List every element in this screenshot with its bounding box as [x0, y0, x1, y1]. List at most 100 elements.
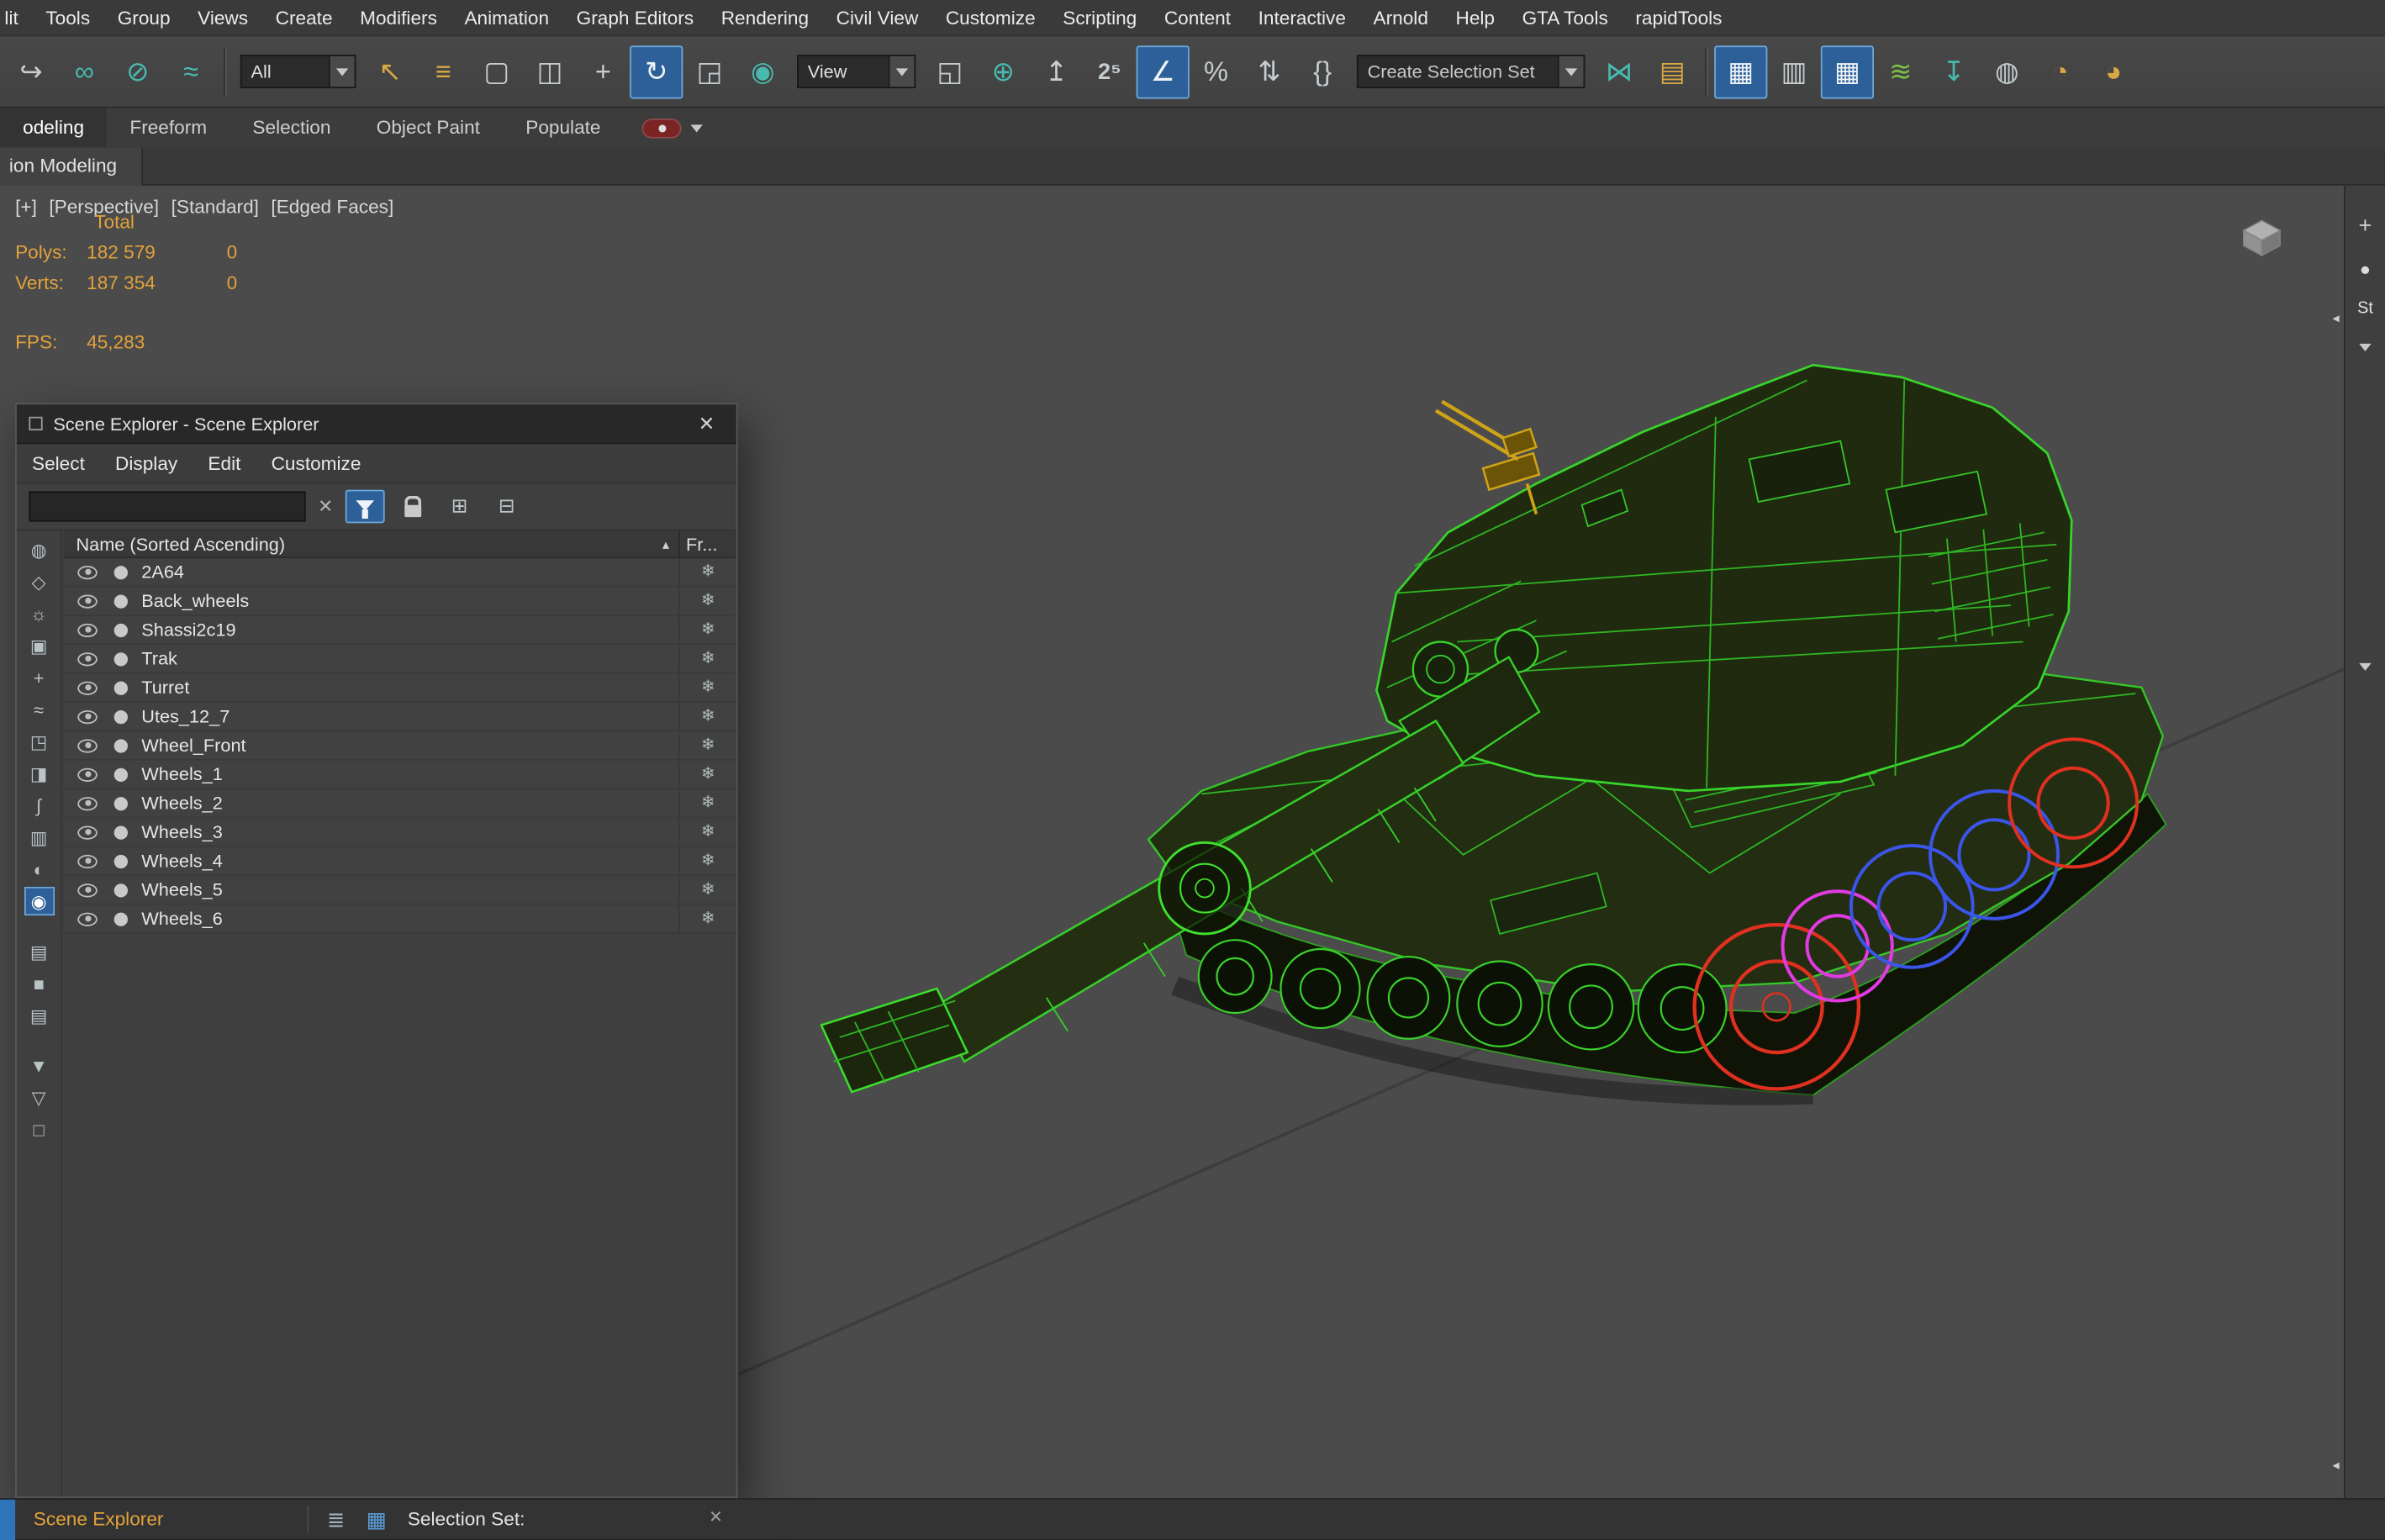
pick-parent-toggle[interactable]: ⊟ [487, 490, 526, 524]
scene-object-row[interactable]: Turret ❄ [63, 673, 736, 703]
menu-item[interactable]: GTA Tools [1508, 0, 1622, 36]
render-toggle-icon[interactable] [113, 796, 128, 810]
geometry-category-icon[interactable]: ● [2360, 259, 2371, 280]
percent-snap-icon[interactable]: % [1190, 45, 1243, 98]
freeze-icon[interactable]: ❄ [678, 760, 736, 788]
menu-item[interactable]: Rendering [707, 0, 822, 36]
freeze-icon[interactable]: ❄ [678, 818, 736, 846]
menu-item[interactable]: rapidTools [1622, 0, 1736, 36]
explorer-menu-item[interactable]: Display [100, 452, 193, 473]
scene-explorer-dock-tab[interactable]: Scene Explorer [34, 1509, 308, 1530]
render-toggle-icon[interactable] [113, 825, 128, 839]
freeze-icon[interactable]: ❄ [678, 645, 736, 672]
render-toggle-icon[interactable] [113, 853, 128, 868]
menu-item[interactable]: Graph Editors [562, 0, 707, 36]
rectangular-selection-region-icon[interactable]: ▢ [470, 45, 523, 98]
hierarchy-view-icon[interactable]: ▤ [24, 1001, 54, 1030]
name-column-header[interactable]: Name (Sorted Ascending) [64, 533, 678, 554]
menu-item[interactable]: Customize [932, 0, 1049, 36]
scene-explorer-dock-icon[interactable]: ▦ [367, 1506, 387, 1532]
panel-collapse-arrow-icon[interactable]: ◂ [2333, 310, 2340, 327]
ribbon-tab[interactable]: Selection [230, 108, 353, 147]
list-view-icon[interactable]: ▤ [24, 937, 54, 966]
display-materials-icon[interactable]: ◐ [24, 855, 54, 883]
create-tab-icon[interactable]: + [2359, 213, 2372, 239]
render-toggle-icon[interactable] [113, 911, 128, 926]
window-crossing-icon[interactable]: ◫ [523, 45, 576, 98]
display-spacewarps-icon[interactable]: ≈ [24, 695, 54, 724]
menu-item[interactable]: lit [0, 0, 32, 36]
viewcube-home-icon[interactable] [2240, 219, 2283, 265]
ribbon-tab[interactable]: Freeform [107, 108, 230, 147]
visibility-eye-icon[interactable] [77, 738, 98, 752]
visibility-eye-icon[interactable] [77, 825, 98, 839]
freeze-icon[interactable]: ❄ [678, 789, 736, 817]
select-and-manipulate-icon[interactable]: ⊕ [977, 45, 1030, 98]
scene-object-row[interactable]: Wheels_4 ❄ [63, 846, 736, 877]
display-containers-icon[interactable]: ▥ [24, 823, 54, 852]
detail-view-icon[interactable]: ■ [24, 969, 54, 998]
render-toggle-icon[interactable] [113, 680, 128, 694]
named-selection-set-dropdown[interactable]: Create Selection Set [1356, 55, 1586, 88]
display-cameras-icon[interactable]: ▣ [24, 631, 54, 660]
redo-icon[interactable]: ↪ [4, 45, 57, 98]
freeze-icon[interactable]: ❄ [678, 876, 736, 904]
mirror-icon[interactable]: ⋈ [1592, 45, 1645, 98]
rollout-arrow-icon[interactable] [2359, 656, 2372, 677]
material-editor-icon[interactable]: ◍ [1981, 45, 2034, 98]
scene-explorer-toggle-icon[interactable]: ▦ [1714, 45, 1768, 98]
visibility-eye-icon[interactable] [77, 593, 98, 608]
ribbon-tab[interactable]: Object Paint [354, 108, 503, 147]
menu-item[interactable]: Views [184, 0, 262, 36]
menu-item[interactable]: Animation [451, 0, 562, 36]
freeze-icon[interactable]: ❄ [678, 846, 736, 875]
display-bones-icon[interactable]: ∫ [24, 791, 54, 820]
unlink-selection-icon[interactable]: ⊘ [111, 45, 164, 98]
render-toggle-icon[interactable] [113, 883, 128, 897]
dropdown-arrow-icon[interactable] [888, 55, 915, 87]
layer-explorer-toggle-icon[interactable]: ▥ [1767, 45, 1820, 98]
render-toggle-icon[interactable] [113, 738, 128, 752]
render-setup-icon[interactable]: ◔ [2034, 45, 2087, 98]
select-placement-icon[interactable]: ◉ [736, 45, 789, 98]
visibility-eye-icon[interactable] [77, 911, 98, 926]
scene-object-row[interactable]: Trak ❄ [63, 645, 736, 674]
schematic-view-icon[interactable]: ↧ [1927, 45, 1980, 98]
lock-cell-editing-button[interactable] [393, 490, 432, 524]
menu-item[interactable]: Arnold [1359, 0, 1442, 36]
select-object-icon[interactable]: ↖ [363, 45, 416, 98]
menu-item[interactable]: Create [261, 0, 346, 36]
render-toggle-icon[interactable] [113, 593, 128, 608]
display-geometry-icon[interactable]: ◍ [24, 535, 54, 564]
viewport-shading-menu[interactable]: [Edged Faces] [271, 196, 393, 217]
explorer-menu-item[interactable]: Select [17, 452, 100, 473]
keyboard-shortcut-override-icon[interactable]: ↥ [1030, 45, 1083, 98]
named-selection-sets-icon[interactable]: {} [1296, 45, 1349, 98]
menu-item[interactable]: Scripting [1049, 0, 1151, 36]
visibility-eye-icon[interactable] [77, 680, 98, 694]
bind-to-spacewarp-icon[interactable]: ≈ [164, 45, 217, 98]
scene-object-row[interactable]: Utes_12_7 ❄ [63, 702, 736, 732]
select-by-name-icon[interactable]: ≡ [417, 45, 470, 98]
menu-item[interactable]: Content [1151, 0, 1245, 36]
category-dropdown-label[interactable]: St [2357, 299, 2373, 318]
scene-object-row[interactable]: Wheels_3 ❄ [63, 818, 736, 847]
display-groups-icon[interactable]: ◳ [24, 727, 54, 756]
snap-toggle-25-icon[interactable]: 2⁵ [1083, 45, 1136, 98]
freeze-icon[interactable]: ❄ [678, 558, 736, 586]
scene-explorer-titlebar[interactable]: Scene Explorer - Scene Explorer ✕ [16, 404, 736, 445]
visibility-eye-icon[interactable] [77, 565, 98, 579]
freeze-icon[interactable]: ❄ [678, 904, 736, 933]
workspace-icon[interactable]: □ [24, 1115, 54, 1143]
clear-search-icon[interactable]: ✕ [314, 496, 338, 517]
display-lights-icon[interactable]: ☼ [24, 599, 54, 628]
curve-editor-icon[interactable]: ≋ [1874, 45, 1927, 98]
spinner-snap-icon[interactable]: ⇅ [1243, 45, 1295, 98]
scene-explorer-window[interactable]: Scene Explorer - Scene Explorer ✕ Select… [15, 403, 738, 1499]
explorer-menu-item[interactable]: Customize [256, 452, 377, 473]
select-and-move-icon[interactable]: + [577, 45, 630, 98]
display-shapes-icon[interactable]: ◇ [24, 567, 54, 596]
dock-close-icon[interactable]: ✕ [709, 1507, 723, 1527]
scene-object-row[interactable]: Back_wheels ❄ [63, 587, 736, 616]
menu-item[interactable]: Civil View [822, 0, 931, 36]
